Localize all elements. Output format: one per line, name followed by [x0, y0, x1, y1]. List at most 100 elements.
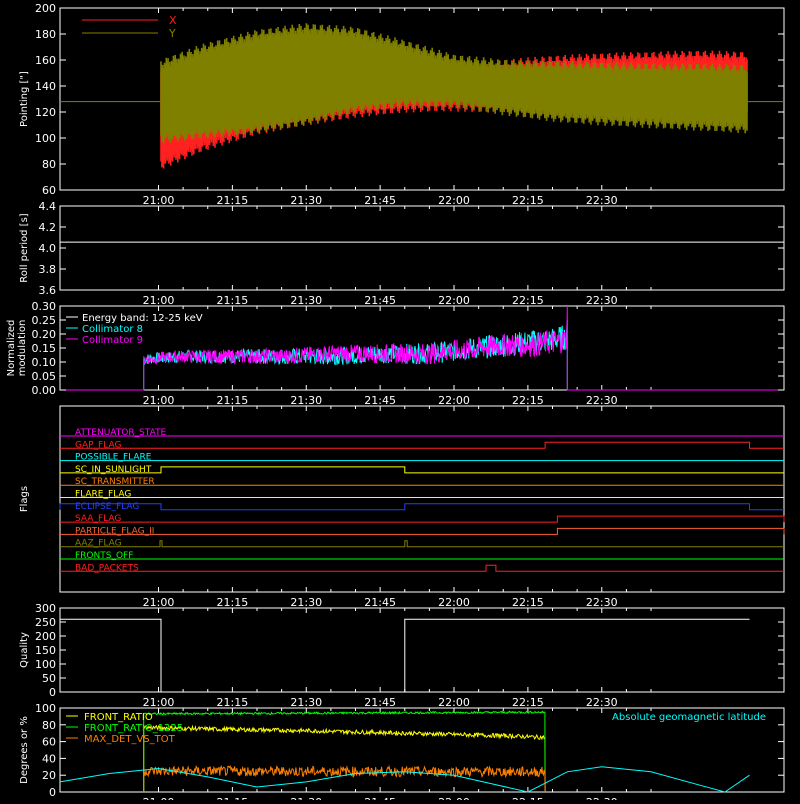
x-tick-label: 21:15	[217, 394, 249, 407]
x-tick-label: 21:45	[364, 194, 396, 207]
x-tick-label: 21:00	[143, 696, 175, 709]
flag-label-saa_flag: SAA_FLAG	[75, 514, 121, 524]
x-tick-label: 22:15	[512, 696, 544, 709]
x-tick-label: 21:15	[217, 596, 249, 609]
panel-3-frame	[59, 405, 785, 593]
y-tick-label: 160	[35, 54, 56, 67]
y-tick-label: 100	[35, 658, 56, 671]
y-tick-label: 80	[42, 158, 56, 171]
y-tick-label: 0	[49, 686, 56, 699]
x-tick-label: 21:45	[364, 696, 396, 709]
flag-line-saa_flag	[60, 515, 785, 523]
y-tick-label: 140	[35, 80, 56, 93]
x-tick-label: 22:30	[586, 194, 618, 207]
x-tick-label: 22:30	[586, 294, 618, 307]
x-tick-label: 22:15	[512, 194, 544, 207]
flag-line-eclipse_flag	[59, 503, 784, 511]
x-tick-label: 21:15	[217, 696, 249, 709]
flag-label-possible_flare: POSSIBLE_FLARE	[75, 453, 152, 463]
panel-4-frame	[59, 607, 785, 693]
x-tick-label: 21:30	[290, 796, 322, 800]
y-tick-label: 100	[35, 702, 56, 715]
x-tick-label: 21:45	[364, 596, 396, 609]
flag-label-eclipse_flag: ECLIPSE_FLAG	[75, 502, 139, 512]
y-tick-label: 20	[42, 769, 56, 782]
flag-label-sc_in_sunlight: SC_IN_SUNLIGHT	[75, 465, 152, 475]
legend-label: FRONT_RATIO	[84, 712, 153, 723]
y-tick-label: 100	[35, 132, 56, 145]
y-tick-label: 60	[42, 184, 56, 197]
annotation-latitude: Absolute geomagnetic latitude	[612, 712, 766, 723]
legend-label: MAX_DET_VS_TOT	[84, 734, 176, 745]
x-tick-label: 21:45	[364, 796, 396, 800]
y-axis-label: Quality	[19, 632, 30, 668]
x-tick-label: 22:15	[512, 294, 544, 307]
x-tick-label: 22:15	[512, 796, 544, 800]
legend-label-x: X	[169, 14, 177, 27]
x-tick-label: 21:30	[290, 394, 322, 407]
x-tick-label: 21:30	[290, 596, 322, 609]
y-tick-label: 0.00	[32, 384, 57, 397]
legend-label: Collimator 9	[82, 335, 143, 346]
series-y-band	[160, 23, 748, 144]
x-tick-label: 22:30	[586, 696, 618, 709]
x-tick-label: 22:30	[586, 596, 618, 609]
x-tick-label: 22:15	[512, 596, 544, 609]
figure: 21:00 21:15 21:30 21:45 22:00 22:15 22:30 Point…	[0, 0, 800, 804]
y-axis-label: Flags	[19, 486, 30, 512]
y-tick-label: 300	[35, 602, 56, 615]
panel-1-frame	[59, 205, 785, 291]
x-tick-label: 21:00	[143, 596, 175, 609]
y-tick-label: 0.25	[32, 314, 57, 327]
flag-label-fronts_off: FRONTS_OFF	[75, 551, 133, 561]
x-tick-label: 21:00	[143, 796, 175, 800]
x-tick-label: 22:30	[586, 796, 618, 800]
x-tick-label: 21:45	[364, 294, 396, 307]
y-tick-label: 0.05	[32, 370, 57, 383]
series-front_ratio_1225	[143, 710, 546, 793]
series-y	[160, 23, 748, 144]
flag-label-attenuator_state: ATTENUATOR_STATE	[75, 428, 167, 438]
flag-label-gap_flag: GAP_FLAG	[75, 440, 121, 450]
y-tick-label: 0.15	[32, 342, 57, 355]
y-axis-label: Degrees or %	[19, 716, 30, 784]
x-tick-label: 22:00	[438, 194, 470, 207]
x-tick-label: 22:00	[438, 294, 470, 307]
y-tick-label: 150	[35, 644, 56, 657]
y-tick-label: 60	[42, 736, 56, 749]
y-tick-label: 50	[42, 672, 56, 685]
y-tick-label: 4.4	[39, 200, 57, 213]
flag-line-aaz_flag	[60, 540, 784, 548]
y-tick-label: 180	[35, 28, 56, 41]
y-tick-label: 3.6	[39, 284, 57, 297]
flag-label-sc_transmitter: SC_TRANSMITTER	[75, 477, 155, 487]
y-tick-label: 0.30	[32, 300, 57, 313]
y-tick-label: 0.20	[32, 328, 57, 341]
x-tick-label: 22:00	[438, 394, 470, 407]
x-tick-label: 22:00	[438, 796, 470, 800]
quality-line	[60, 618, 750, 693]
y-tick-label: 40	[42, 752, 56, 765]
y-tick-label: 4.2	[39, 221, 57, 234]
flag-label-particle_flag_ii: PARTICLE_FLAG_II	[75, 526, 154, 536]
y-tick-label: 0.10	[32, 356, 57, 369]
flag-label-flare_flag: FLARE_FLAG	[75, 490, 131, 500]
x-tick-label: 21:30	[290, 696, 322, 709]
y-tick-label: 3.8	[39, 263, 57, 276]
x-tick-label: 21:00	[143, 294, 175, 307]
x-tick-label: 22:00	[438, 596, 470, 609]
x-tick-label: 22:15	[512, 394, 544, 407]
flag-line-bad_packets	[60, 564, 784, 572]
y-tick-label: 80	[42, 719, 56, 732]
y-tick-label: 120	[35, 106, 56, 119]
legend-label: FRONT_RATIO_1225	[84, 723, 183, 734]
x-tick-label: 21:15	[217, 194, 249, 207]
series-max_det_vs_tot	[143, 764, 546, 793]
legend-label-y: Y	[168, 27, 176, 40]
x-tick-label: 21:00	[143, 394, 175, 407]
y-tick-label: 4.0	[39, 242, 57, 255]
y-axis-label: Pointing ["]	[19, 71, 30, 127]
figure-canvas: 21:00 21:15 21:30 21:45 22:00 22:15 22:30 Point…	[6, 2, 785, 804]
flag-line-sc_in_sunlight	[60, 466, 784, 474]
x-tick-label: 22:00	[438, 696, 470, 709]
